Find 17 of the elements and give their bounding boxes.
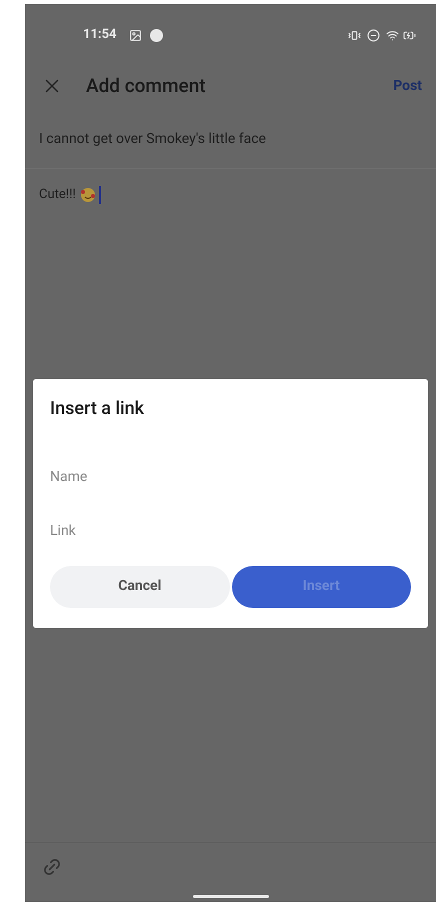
image-icon [128, 28, 142, 42]
reply-field[interactable]: Cute!!! [25, 169, 436, 204]
post-button[interactable]: Post [393, 76, 422, 96]
reply-text: Cute!!! [39, 186, 76, 204]
vibrate-icon [348, 28, 361, 42]
do-not-disturb-icon [367, 28, 380, 42]
cancel-button[interactable]: Cancel [50, 566, 230, 608]
text-cursor [98, 186, 101, 204]
battery-icon [403, 28, 416, 42]
smiling-face-hearts-icon [80, 186, 96, 203]
page-title: Add comment [86, 72, 206, 99]
original-comment: I cannot get over Smokey's little face [39, 131, 266, 147]
wifi-icon [386, 28, 399, 42]
dialog-title: Insert a link [50, 396, 146, 421]
status-time: 11:54 [83, 26, 116, 44]
text-input-field[interactable]: Link [50, 514, 411, 548]
text-input-field[interactable]: Name [50, 460, 411, 494]
